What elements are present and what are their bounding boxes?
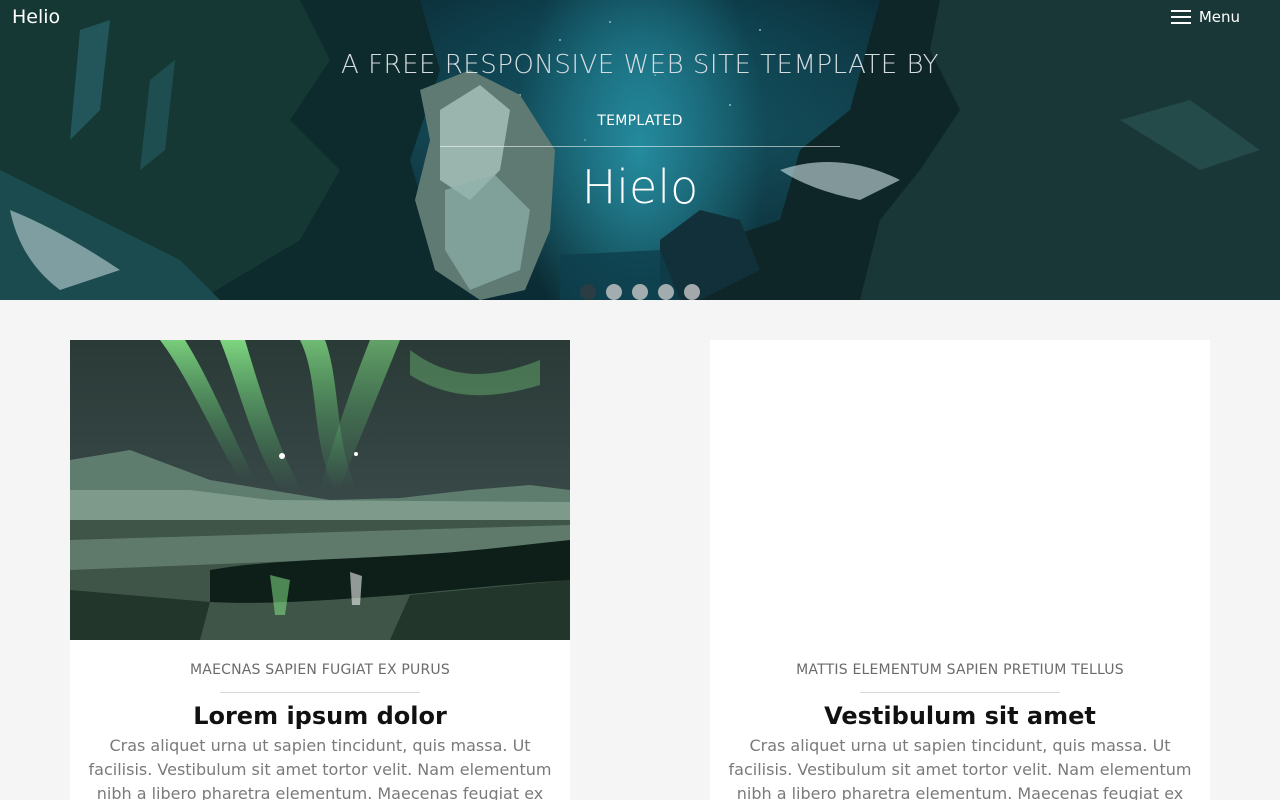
slider-dot-2[interactable] [606, 284, 622, 300]
hero-title: Hielo [581, 160, 699, 214]
card-kicker: MAECNAS SAPIEN FUGIAT EX PURUS [190, 662, 450, 678]
slider-dot-1[interactable] [580, 284, 596, 300]
brand-logo[interactable]: Helio [12, 6, 60, 28]
card-image-placeholder [710, 340, 1210, 640]
hero-banner: Helio Menu A FREE RESPONSIVE WEB SITE TE… [0, 0, 1280, 300]
hero-subtitle: A FREE RESPONSIVE WEB SITE TEMPLATE BY [341, 50, 939, 80]
aurora-image[interactable] [70, 340, 570, 640]
hero-author: TEMPLATED [597, 113, 683, 129]
slider-dot-3[interactable] [632, 284, 648, 300]
hero-background-image [0, 0, 1280, 300]
card-divider [220, 692, 420, 693]
menu-label[interactable]: Menu [1199, 8, 1240, 26]
card-divider [860, 692, 1060, 693]
feature-card-1: MAECNAS SAPIEN FUGIAT EX PURUS Lorem ips… [70, 340, 570, 800]
hamburger-icon[interactable] [1170, 9, 1191, 25]
hero-divider [440, 146, 840, 147]
card-body: Cras aliquet urna ut sapien tincidunt, q… [88, 736, 552, 800]
menu-button[interactable]: Menu [1170, 8, 1240, 26]
card-body: Cras aliquet urna ut sapien tincidunt, q… [728, 736, 1192, 800]
slider-dot-4[interactable] [658, 284, 674, 300]
card-title: Lorem ipsum dolor [193, 702, 447, 730]
card-title: Vestibulum sit amet [824, 702, 1096, 730]
slider-dot-5[interactable] [684, 284, 700, 300]
card-kicker: MATTIS ELEMENTUM SAPIEN PRETIUM TELLUS [796, 662, 1124, 678]
slider-pagination [580, 284, 700, 300]
feature-card-2: MATTIS ELEMENTUM SAPIEN PRETIUM TELLUS V… [710, 340, 1210, 800]
